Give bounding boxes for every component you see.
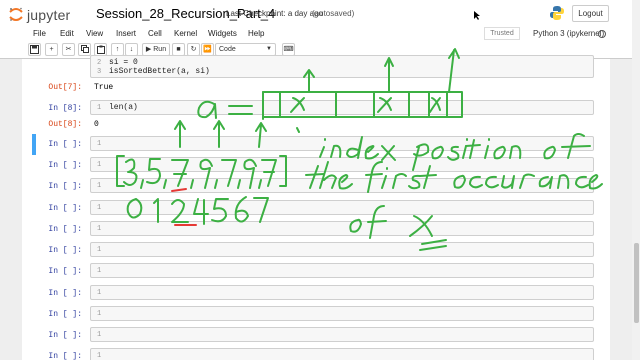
paste-icon bbox=[96, 45, 105, 54]
menu-kernel[interactable]: Kernel bbox=[174, 29, 197, 38]
code-cell-input[interactable]: 1 bbox=[90, 221, 594, 236]
input-prompt: In [ ]: bbox=[48, 352, 82, 360]
code-line: len(a) bbox=[109, 103, 138, 112]
line-number: 1 bbox=[97, 104, 102, 112]
menu-view[interactable]: View bbox=[86, 29, 103, 38]
input-prompt: In [ ]: bbox=[48, 331, 82, 340]
line-number: 2 bbox=[97, 59, 102, 67]
line-number: 1 bbox=[97, 352, 102, 360]
scissors-icon: ✂ bbox=[65, 46, 72, 53]
line-number: 1 bbox=[97, 204, 102, 212]
code-cell-input[interactable]: 1 bbox=[90, 263, 594, 278]
python-logo-icon bbox=[550, 6, 564, 20]
code-cell-input[interactable]: 1 bbox=[90, 348, 594, 360]
code-cell-input[interactable]: 1 bbox=[90, 327, 594, 342]
line-number: 1 bbox=[97, 182, 102, 190]
fast-forward-icon: ⏩ bbox=[203, 46, 212, 53]
kernel-name[interactable]: Python 3 (ipykernel) bbox=[533, 29, 604, 38]
insert-cell-button[interactable]: + bbox=[45, 43, 58, 56]
line-number: 1 bbox=[97, 161, 102, 169]
menu-cell[interactable]: Cell bbox=[148, 29, 162, 38]
line-number: 3 bbox=[97, 68, 102, 76]
run-label: Run bbox=[153, 46, 167, 53]
input-prompt: In [8]: bbox=[48, 104, 82, 113]
code-cell-input[interactable]: 1 bbox=[90, 285, 594, 300]
input-prompt: In [ ]: bbox=[48, 182, 82, 191]
line-number: 1 bbox=[97, 225, 102, 233]
line-number: 1 bbox=[97, 267, 102, 275]
plus-icon: + bbox=[49, 46, 54, 53]
input-prompt: In [ ]: bbox=[48, 246, 82, 255]
code-cell-input[interactable]: 1 bbox=[90, 200, 594, 215]
menu-edit[interactable]: Edit bbox=[60, 29, 74, 38]
line-number: 1 bbox=[97, 246, 102, 254]
notebook-header: jupyter Session_28_Recursion_Part_4 Last… bbox=[0, 0, 632, 27]
line-number: 1 bbox=[97, 310, 102, 318]
input-prompt: In [ ]: bbox=[48, 310, 82, 319]
menubar: File Edit View Insert Cell Kernel Widget… bbox=[25, 27, 608, 42]
output-prompt: Out[8]: bbox=[48, 120, 82, 129]
line-number: 1 bbox=[97, 331, 102, 339]
logo-text: jupyter bbox=[27, 7, 71, 23]
arrow-down-icon: ↓ bbox=[129, 46, 134, 53]
input-prompt: In [ ]: bbox=[48, 140, 82, 149]
checkpoint-status: Last Checkpoint: a day ago bbox=[226, 9, 323, 18]
line-number: 1 bbox=[97, 289, 102, 297]
cell-type-value: Code bbox=[219, 46, 236, 53]
copy-icon bbox=[80, 45, 89, 53]
input-prompt: In [ ]: bbox=[48, 267, 82, 276]
autosave-status: (autosaved) bbox=[312, 9, 355, 18]
code-line: si = 0 bbox=[109, 58, 138, 67]
keyboard-icon: ⌨ bbox=[283, 46, 294, 53]
right-gutter bbox=[610, 59, 632, 360]
stop-icon: ■ bbox=[176, 46, 181, 53]
menu-file[interactable]: File bbox=[33, 29, 46, 38]
notebook-area: 2 si = 0 3 isSortedBetter(a, si) Out[7]:… bbox=[22, 55, 610, 360]
left-gutter bbox=[0, 59, 22, 360]
save-icon bbox=[30, 45, 39, 54]
code-cell-input[interactable]: 2 si = 0 3 isSortedBetter(a, si) bbox=[90, 55, 594, 78]
code-cell-input[interactable]: 1 bbox=[90, 306, 594, 321]
output-prompt: Out[7]: bbox=[48, 83, 82, 92]
scrollbar-thumb[interactable] bbox=[634, 243, 639, 323]
input-prompt: In [ ]: bbox=[48, 161, 82, 170]
input-prompt: In [ ]: bbox=[48, 225, 82, 234]
input-prompt: In [ ]: bbox=[48, 289, 82, 298]
jupyter-logo-icon bbox=[9, 7, 23, 21]
menu-widgets[interactable]: Widgets bbox=[208, 29, 237, 38]
code-cell-input[interactable]: 1 bbox=[90, 242, 594, 257]
jupyter-notebook-window: jupyter Session_28_Recursion_Part_4 Last… bbox=[0, 0, 640, 360]
play-icon: ▶ bbox=[145, 46, 152, 53]
code-cell-input[interactable]: 1 bbox=[90, 136, 594, 151]
logout-button[interactable]: Logout bbox=[572, 5, 609, 22]
input-prompt: In [ ]: bbox=[48, 204, 82, 213]
code-cell-input[interactable]: 1 bbox=[90, 157, 594, 172]
jupyter-logo[interactable]: jupyter bbox=[6, 3, 90, 25]
save-button[interactable] bbox=[28, 43, 41, 56]
arrow-up-icon: ↑ bbox=[115, 46, 120, 53]
chevron-down-icon: ▼ bbox=[266, 46, 272, 52]
cut-button[interactable]: ✂ bbox=[62, 43, 75, 56]
code-cell-input[interactable]: 1 len(a) bbox=[90, 100, 594, 115]
restart-icon: ↻ bbox=[190, 46, 197, 53]
menu-insert[interactable]: Insert bbox=[116, 29, 136, 38]
mouse-cursor-icon bbox=[474, 11, 480, 20]
code-cell-input[interactable]: 1 bbox=[90, 178, 594, 193]
line-number: 1 bbox=[97, 140, 102, 148]
kernel-status-icon bbox=[598, 30, 606, 38]
code-line: isSortedBetter(a, si) bbox=[109, 67, 210, 76]
copy-button[interactable] bbox=[78, 43, 91, 56]
menu-help[interactable]: Help bbox=[248, 29, 264, 38]
cell-output: True bbox=[94, 83, 114, 92]
trusted-indicator[interactable]: Trusted bbox=[484, 27, 520, 40]
cell-output: 0 bbox=[94, 120, 99, 129]
